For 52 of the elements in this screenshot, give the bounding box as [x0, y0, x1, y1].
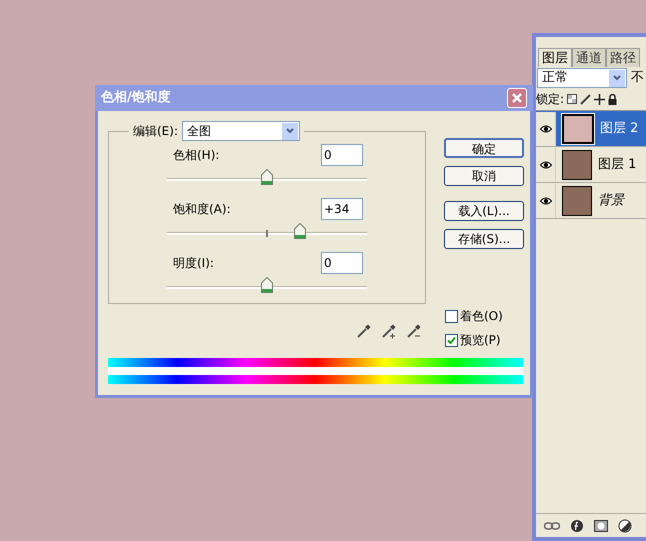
layer-thumbnail [562, 114, 594, 144]
checkbox-label: 着色(O) [460, 308, 503, 325]
value-field[interactable]: 0 [321, 144, 363, 166]
visibility-toggle[interactable] [536, 112, 556, 146]
edit-label: 编辑(E): [133, 123, 178, 140]
lock-icon[interactable] [608, 94, 618, 104]
slider-thumb[interactable] [294, 223, 306, 239]
adjustment-layer-icon[interactable] [618, 518, 632, 532]
layer-row[interactable]: 图层 1 [536, 147, 646, 183]
slider-label: 色相(H): [173, 147, 220, 164]
eye-icon [540, 196, 552, 204]
checkbox[interactable] [445, 334, 458, 346]
blend-mode-dropdown[interactable]: 正常 [537, 68, 627, 88]
dialog-button[interactable]: 确定 [444, 138, 524, 158]
value-field[interactable]: 0 [321, 252, 363, 274]
value-field[interactable]: +34 [321, 198, 363, 220]
layer-name: 图层 1 [598, 156, 636, 174]
link-icon[interactable] [544, 522, 560, 530]
panel-tab[interactable]: 通道 [572, 48, 606, 67]
eye-icon [540, 160, 552, 168]
eye-icon [540, 124, 552, 132]
close-icon [511, 92, 523, 104]
center-tick [266, 230, 268, 237]
panel-tab[interactable]: 路径 [606, 48, 640, 67]
dialog-button[interactable]: 存储(S)... [444, 229, 524, 249]
edit-dropdown[interactable]: 全图 [182, 121, 300, 141]
slider-label: 饱和度(A): [173, 201, 231, 218]
eyedropper-minus-icon[interactable] [406, 323, 422, 339]
window-title: 色相/饱和度 [101, 88, 171, 108]
eyedropper-plus-icon[interactable] [381, 323, 397, 339]
opacity-label: 不 [631, 69, 644, 88]
slider-thumb[interactable] [261, 277, 273, 293]
lock-transparency-icon[interactable] [567, 94, 578, 104]
slider-thumb[interactable] [261, 169, 273, 185]
eyedropper-icon[interactable] [356, 323, 372, 339]
photo-placeholder [562, 150, 592, 180]
checkbox[interactable] [445, 310, 458, 322]
checkbox-label: 预览(P) [460, 332, 501, 349]
move-icon[interactable] [594, 94, 606, 104]
close-button[interactable] [507, 88, 527, 108]
layer-name: 背景 [598, 192, 624, 210]
layer-row[interactable]: 图层 2 [536, 111, 646, 147]
slider-label: 明度(I): [173, 255, 214, 272]
layer-row[interactable]: 背景 [536, 183, 646, 219]
dialog-button[interactable]: 载入(L)... [444, 201, 524, 221]
dialog-button[interactable]: 取消 [444, 166, 524, 186]
layer-name: 图层 2 [600, 120, 638, 138]
panel-tab[interactable]: 图层 [538, 48, 572, 67]
mask-icon[interactable] [594, 520, 608, 532]
lock-label: 锁定: [536, 91, 564, 108]
layer-style-icon[interactable] [570, 518, 584, 532]
photo-placeholder [562, 186, 592, 216]
